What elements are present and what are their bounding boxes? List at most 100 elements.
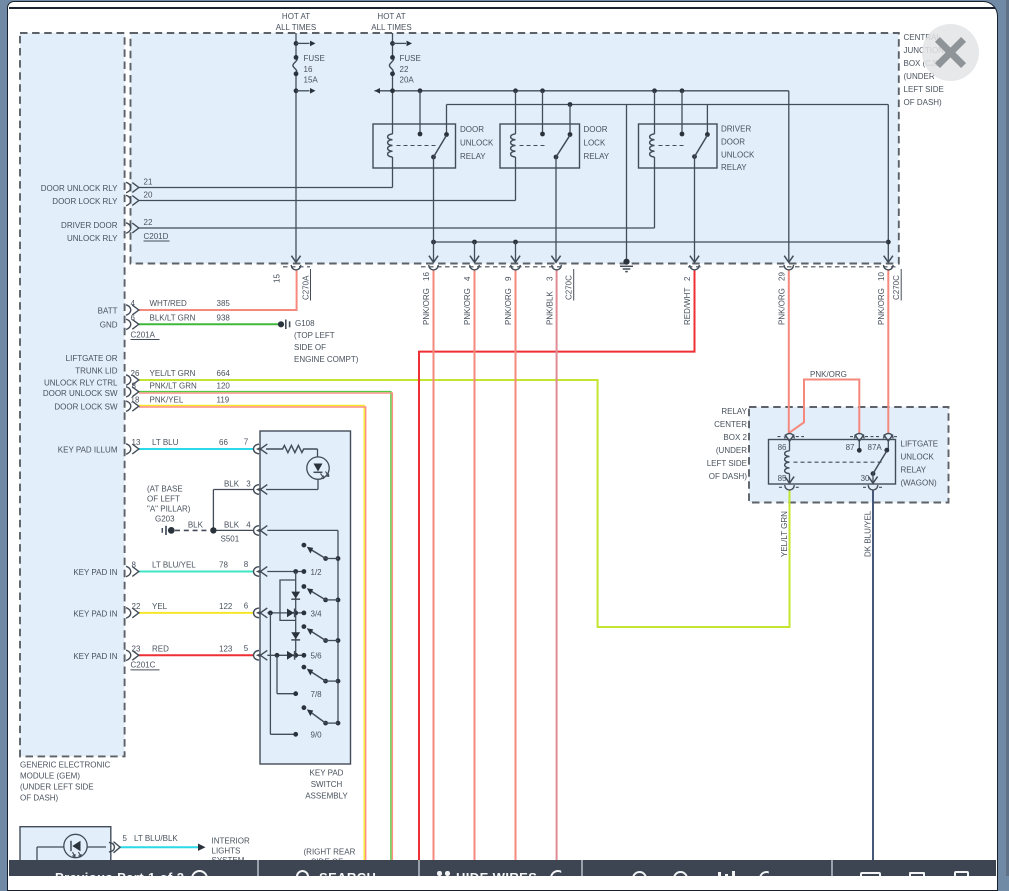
svg-text:(RIGHT REAR: (RIGHT REAR	[304, 848, 356, 857]
svg-text:MODULE (GEM): MODULE (GEM)	[20, 772, 80, 781]
svg-text:7/8: 7/8	[311, 690, 323, 699]
svg-text:BLK: BLK	[224, 479, 240, 488]
svg-text:66: 66	[219, 438, 228, 447]
svg-text:FUSE: FUSE	[304, 54, 325, 63]
svg-text:C270C: C270C	[892, 275, 901, 300]
svg-text:4: 4	[131, 299, 136, 308]
svg-text:KEY PAD IN: KEY PAD IN	[73, 652, 117, 661]
svg-text:LIFTGATE OR: LIFTGATE OR	[66, 354, 118, 363]
svg-text:G108: G108	[295, 319, 315, 328]
svg-text:RELAY: RELAY	[721, 163, 747, 172]
svg-text:664: 664	[217, 369, 231, 378]
svg-text:HOT AT: HOT AT	[282, 12, 310, 21]
svg-text:ENGINE COMPT): ENGINE COMPT)	[294, 355, 359, 364]
svg-text:10: 10	[877, 272, 886, 281]
svg-text:123: 123	[219, 644, 233, 653]
svg-text:RED/WHT: RED/WHT	[683, 288, 692, 325]
svg-text:PNK/ORG: PNK/ORG	[810, 370, 847, 379]
svg-text:119: 119	[217, 395, 230, 404]
svg-text:LIFTGATE: LIFTGATE	[901, 440, 939, 449]
svg-text:UNLOCK RLY: UNLOCK RLY	[67, 234, 118, 243]
svg-text:5: 5	[244, 644, 249, 653]
svg-text:RELAY: RELAY	[584, 152, 610, 161]
svg-text:C201D: C201D	[144, 232, 169, 241]
svg-text:PNK/LT GRN: PNK/LT GRN	[150, 381, 197, 390]
svg-text:385: 385	[217, 299, 231, 308]
svg-text:OF DASH): OF DASH)	[20, 794, 59, 803]
svg-text:HOT AT: HOT AT	[377, 12, 405, 21]
svg-text:DOOR: DOOR	[721, 137, 745, 146]
svg-text:BLK: BLK	[188, 520, 204, 529]
svg-text:WHT/RED: WHT/RED	[150, 299, 188, 308]
svg-text:LOCK: LOCK	[584, 139, 606, 148]
svg-text:86: 86	[778, 443, 787, 452]
svg-text:C270A: C270A	[301, 275, 310, 300]
svg-text:LIGHTS: LIGHTS	[212, 847, 241, 856]
svg-text:122: 122	[219, 602, 233, 611]
svg-text:15: 15	[272, 274, 281, 283]
svg-text:OF DASH): OF DASH)	[904, 98, 943, 107]
svg-text:BLK: BLK	[224, 521, 240, 530]
svg-text:(WAGON): (WAGON)	[901, 479, 937, 488]
svg-text:3: 3	[545, 276, 554, 281]
svg-text:OF DASH): OF DASH)	[709, 472, 748, 481]
svg-text:KEY PAD: KEY PAD	[310, 769, 344, 778]
svg-text:2: 2	[683, 276, 692, 281]
svg-text:8: 8	[132, 561, 137, 570]
svg-text:LEFT SIDE: LEFT SIDE	[707, 459, 747, 468]
svg-text:"A" PILLAR): "A" PILLAR)	[147, 504, 191, 513]
svg-text:7: 7	[244, 438, 249, 447]
svg-text:KEY PAD ILLUM: KEY PAD ILLUM	[58, 446, 118, 455]
svg-text:6: 6	[244, 602, 249, 611]
svg-text:16: 16	[304, 65, 313, 74]
svg-text:9/0: 9/0	[311, 731, 323, 740]
svg-text:SIDE OF: SIDE OF	[294, 343, 326, 352]
svg-text:5: 5	[123, 834, 128, 843]
svg-text:PNK/BLK: PNK/BLK	[545, 291, 554, 325]
svg-text:DOOR: DOOR	[584, 125, 608, 134]
svg-text:938: 938	[217, 313, 231, 322]
svg-text:G203: G203	[155, 514, 175, 523]
svg-text:29: 29	[778, 272, 787, 281]
svg-text:16: 16	[422, 272, 431, 281]
svg-text:DOOR UNLOCK RLY: DOOR UNLOCK RLY	[41, 184, 118, 193]
svg-text:BOX 2: BOX 2	[723, 433, 747, 442]
svg-text:YEL/LT GRN: YEL/LT GRN	[150, 369, 196, 378]
svg-text:85: 85	[778, 474, 787, 483]
svg-text:KEY PAD IN: KEY PAD IN	[73, 568, 117, 577]
svg-text:87A: 87A	[868, 443, 883, 452]
svg-text:120: 120	[217, 381, 231, 390]
svg-text:DOOR LOCK RLY: DOOR LOCK RLY	[52, 197, 118, 206]
svg-text:21: 21	[144, 178, 153, 187]
svg-text:UNLOCK: UNLOCK	[460, 139, 494, 148]
svg-text:8: 8	[244, 560, 249, 569]
svg-text:6: 6	[131, 313, 136, 322]
svg-text:5/6: 5/6	[311, 652, 323, 661]
svg-text:DRIVER DOOR: DRIVER DOOR	[61, 221, 118, 230]
svg-text:RED: RED	[152, 644, 169, 653]
svg-text:18: 18	[131, 395, 140, 404]
svg-text:PNK/ORG: PNK/ORG	[463, 288, 472, 325]
svg-text:4: 4	[463, 276, 472, 281]
svg-text:UNLOCK: UNLOCK	[721, 150, 755, 159]
svg-text:22: 22	[132, 602, 141, 611]
svg-text:3: 3	[246, 479, 251, 488]
svg-text:INTERIOR: INTERIOR	[212, 837, 250, 846]
svg-text:DOOR: DOOR	[460, 125, 484, 134]
svg-text:BLK/LT GRN: BLK/LT GRN	[150, 313, 196, 322]
svg-text:YEL/LT GRN: YEL/LT GRN	[780, 511, 789, 557]
svg-text:FUSE: FUSE	[400, 54, 421, 63]
svg-text:KEY PAD IN: KEY PAD IN	[73, 609, 117, 618]
svg-text:OF LEFT: OF LEFT	[147, 494, 180, 503]
svg-text:9: 9	[504, 276, 513, 281]
svg-text:UNLOCK RLY CTRL: UNLOCK RLY CTRL	[44, 379, 118, 388]
svg-text:20: 20	[144, 191, 153, 200]
svg-text:LEFT SIDE: LEFT SIDE	[904, 85, 944, 94]
svg-text:PNK/ORG: PNK/ORG	[778, 288, 787, 325]
svg-text:DOOR UNLOCK SW: DOOR UNLOCK SW	[43, 389, 118, 398]
svg-text:4: 4	[246, 521, 251, 530]
svg-text:(UNDER LEFT SIDE: (UNDER LEFT SIDE	[20, 783, 94, 792]
svg-text:LT BLU/BLK: LT BLU/BLK	[134, 834, 178, 843]
svg-text:ALL TIMES: ALL TIMES	[276, 23, 316, 32]
svg-text:YEL: YEL	[152, 602, 168, 611]
